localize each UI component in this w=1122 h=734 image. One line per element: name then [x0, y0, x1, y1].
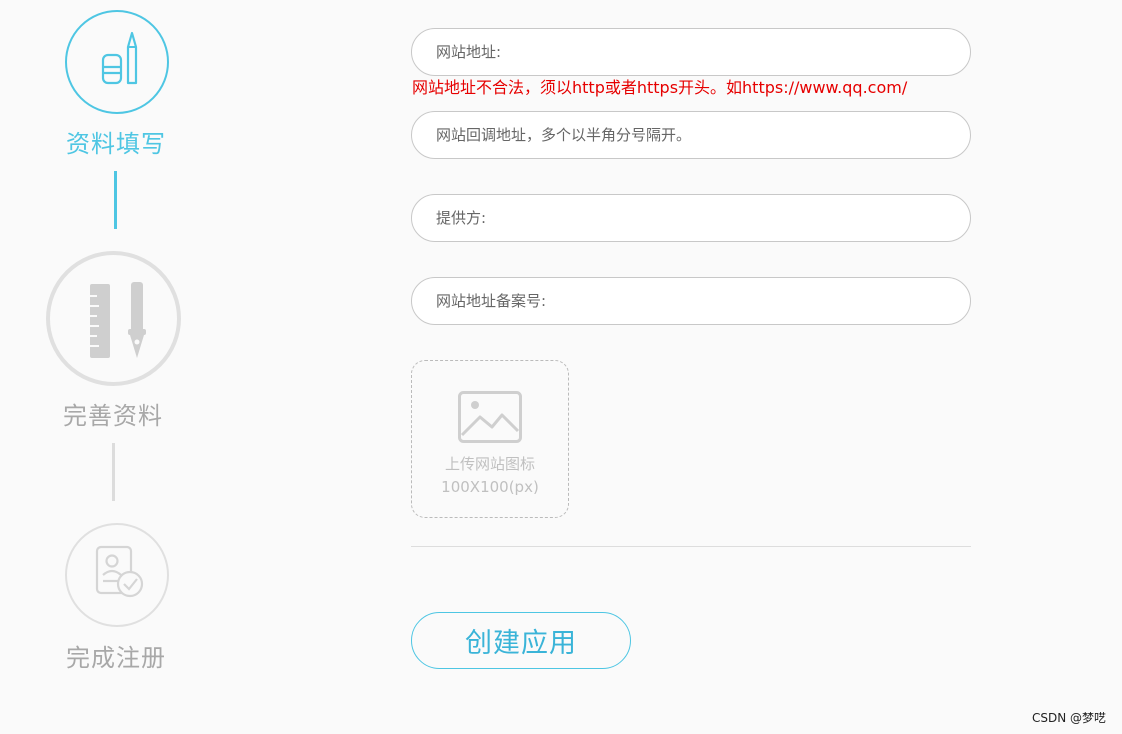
icp-field[interactable] [411, 277, 971, 325]
watermark: CSDN @梦呓 [1031, 711, 1106, 725]
step-1-label: 资料填写 [66, 130, 166, 158]
provider-input[interactable] [434, 208, 970, 228]
create-app-button[interactable]: 创建应用 [411, 612, 631, 669]
step-3-circle [65, 523, 169, 627]
step-connector-2 [112, 443, 115, 501]
image-placeholder-icon [458, 391, 522, 447]
ruler-pen-icon [74, 272, 154, 366]
provider-field[interactable] [411, 194, 971, 242]
website-input[interactable] [434, 42, 970, 62]
form-divider [411, 546, 971, 547]
website-error-text: 网站地址不合法，须以http或者https开头。如https://www.qq.… [412, 78, 908, 97]
step-connector-1 [114, 171, 117, 229]
icp-number-input[interactable] [434, 291, 970, 311]
icon-upload-box[interactable]: 上传网站图标 100X100(px) [411, 360, 569, 518]
certificate-check-icon [85, 541, 149, 609]
callback-url-input[interactable] [434, 125, 970, 145]
step-2-label: 完善资料 [63, 402, 163, 430]
website-field[interactable] [411, 28, 971, 76]
upload-size-hint: 100X100(px) [441, 478, 539, 496]
step-1-circle [65, 10, 169, 114]
step-3-label: 完成注册 [66, 644, 166, 672]
step-2-circle [46, 251, 181, 386]
pen-eraser-icon [87, 25, 147, 99]
callback-field[interactable] [411, 111, 971, 159]
upload-label: 上传网站图标 [444, 455, 535, 473]
